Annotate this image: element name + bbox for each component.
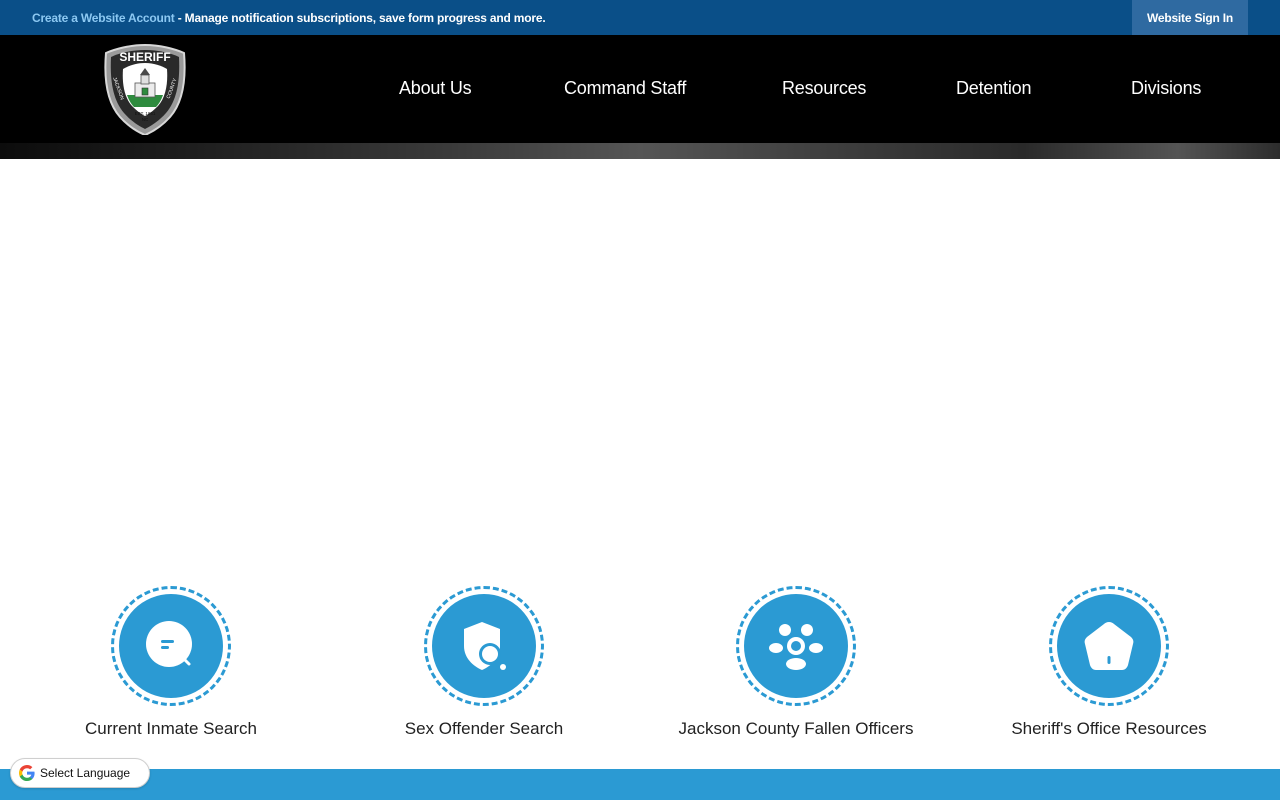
icon-circle <box>432 594 536 698</box>
quick-link-label: Sex Offender Search <box>404 719 564 738</box>
quick-link-office-resources[interactable]: Sheriff's Office Resources <box>959 586 1259 746</box>
nav-item-divisions[interactable]: Divisions <box>1131 78 1201 99</box>
people-group-icon <box>769 624 823 670</box>
quick-link-label: Jackson County Fallen Officers <box>678 719 914 738</box>
select-language-label: Select Language <box>40 766 131 780</box>
quick-link-fallen-officers[interactable]: Jackson County Fallen Officers <box>646 586 946 746</box>
select-language-widget[interactable]: Select Language <box>10 758 150 788</box>
website-sign-in-button[interactable]: Website Sign In <box>1132 0 1248 35</box>
account-message: Create a Website Account - Manage notifi… <box>32 11 546 25</box>
site-header: SHERIFF JACKSON COUNTY EST. 1851 NC Abou… <box>0 35 1280 143</box>
google-g-icon <box>19 765 35 781</box>
logo-sheriff-text: SHERIFF <box>119 50 170 64</box>
icon-circle <box>744 594 848 698</box>
nav-item-detention[interactable]: Detention <box>956 78 1031 99</box>
create-account-link[interactable]: Create a Website Account <box>32 11 175 25</box>
logo-state-text: NC <box>142 117 149 122</box>
quick-link-label: Current Inmate Search <box>85 719 257 738</box>
nav-item-about-us[interactable]: About Us <box>399 78 472 99</box>
offender-search-icon <box>464 622 506 670</box>
inmate-search-icon <box>146 621 192 667</box>
house-icon <box>1084 622 1134 670</box>
account-bar: Create a Website Account - Manage notifi… <box>0 0 1280 35</box>
hero-image-strip <box>0 143 1280 159</box>
footer-band <box>0 769 1280 800</box>
quick-link-sex-offender-search[interactable]: Sex Offender Search <box>334 586 634 746</box>
nav-item-command-staff[interactable]: Command Staff <box>564 78 686 99</box>
account-message-text: - Manage notification subscriptions, sav… <box>174 11 546 25</box>
quick-link-inmate-search[interactable]: Current Inmate Search <box>21 586 321 746</box>
logo-est-text: EST. 1851 <box>135 111 156 116</box>
icon-circle <box>119 594 223 698</box>
sheriff-logo[interactable]: SHERIFF JACKSON COUNTY EST. 1851 NC <box>100 39 190 137</box>
nav-item-resources[interactable]: Resources <box>782 78 866 99</box>
icon-circle <box>1057 594 1161 698</box>
quick-link-label: Sheriff's Office Resources <box>1011 719 1207 738</box>
